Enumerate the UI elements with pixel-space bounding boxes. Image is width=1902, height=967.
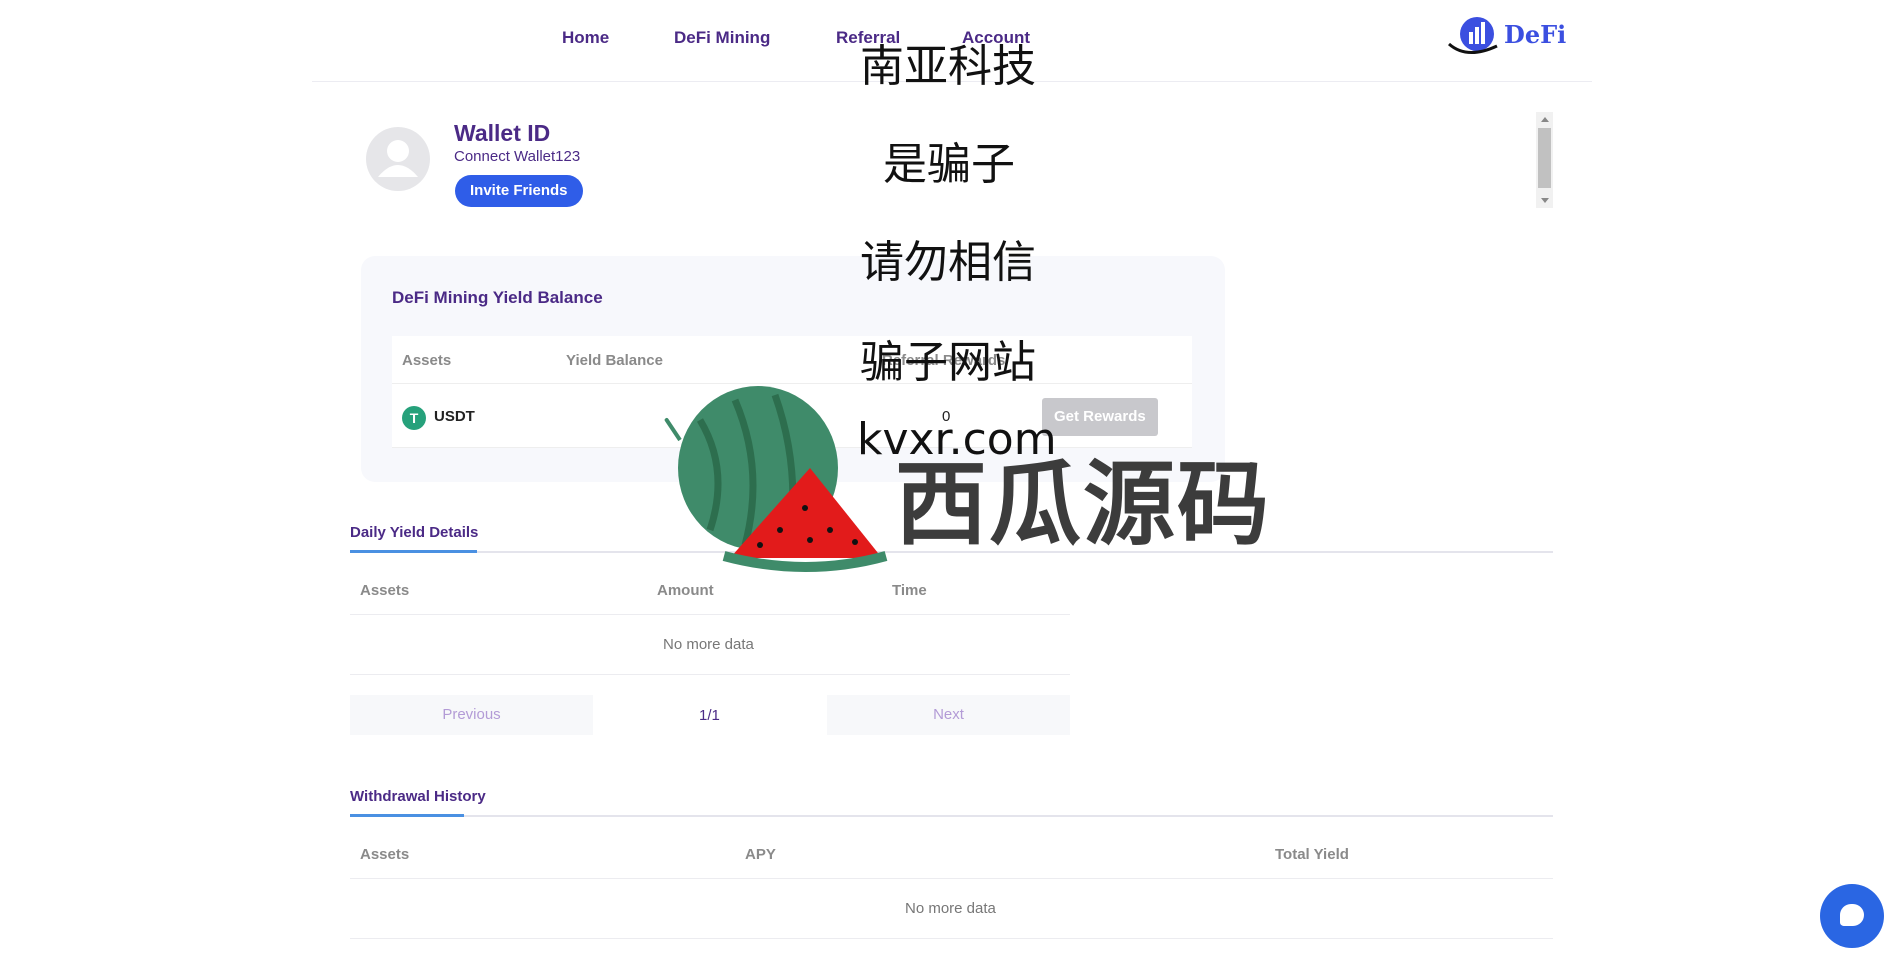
watermark-line: 是骗子 (883, 139, 1015, 190)
tab-divider (350, 815, 1553, 817)
avatar-placeholder-icon (378, 140, 418, 177)
table-header: Assets Yield Balance Referral Rewards (392, 336, 1192, 384)
defi-logo-icon (1448, 17, 1498, 54)
pager-next-button[interactable]: Next (827, 695, 1070, 735)
pager-previous-button[interactable]: Previous (350, 695, 593, 735)
tab-daily-yield-details[interactable]: Daily Yield Details (350, 524, 478, 541)
avatar (366, 127, 430, 191)
header-assets: Assets (402, 352, 452, 369)
chat-button[interactable] (1820, 884, 1884, 948)
nav-home[interactable]: Home (562, 28, 609, 48)
header-time: Time (892, 582, 927, 599)
scroll-thumb[interactable] (1538, 128, 1551, 188)
scroll-down-arrow-icon[interactable] (1541, 198, 1549, 203)
empty-message: No more data (663, 636, 754, 653)
tab-active-indicator (350, 814, 464, 817)
defi-logo[interactable]: DeFi (1447, 14, 1567, 58)
tab-withdrawal-history[interactable]: Withdrawal History (350, 788, 486, 805)
row-divider (350, 674, 1070, 675)
usdt-icon: T (402, 406, 426, 430)
header-assets: Assets (360, 846, 410, 863)
wallet-subtitle: Connect Wallet123 (454, 148, 581, 165)
card-title: DeFi Mining Yield Balance (392, 288, 603, 307)
watermark-brand: 西瓜源码 (895, 451, 1272, 558)
empty-message: No more data (905, 900, 996, 917)
tab-active-indicator (350, 550, 477, 553)
wallet-title: Wallet ID (454, 120, 551, 146)
watermark-line: 南亚科技 (860, 41, 1036, 92)
header-assets: Assets (360, 582, 410, 599)
header-total-yield: Total Yield (1275, 846, 1349, 863)
asset-name: USDT (434, 408, 475, 425)
watermelon-logo-icon (664, 386, 888, 572)
watermark-line: 请勿相信 (860, 237, 1036, 288)
logo-text: DeFi (1504, 20, 1567, 49)
header-amount: Amount (657, 582, 714, 599)
scroll-up-arrow-icon[interactable] (1541, 117, 1549, 122)
nav-defi-mining[interactable]: DeFi Mining (674, 28, 770, 48)
row-divider (350, 938, 1553, 939)
header-apy: APY (745, 846, 776, 863)
header-divider (350, 878, 1553, 879)
invite-friends-button[interactable]: Invite Friends (455, 175, 583, 207)
header-yield-balance: Yield Balance (566, 352, 663, 369)
scrollbar[interactable] (1536, 112, 1553, 208)
chat-icon (1840, 904, 1864, 926)
header-divider (350, 614, 1070, 615)
page-indicator: 1/1 (699, 707, 720, 724)
